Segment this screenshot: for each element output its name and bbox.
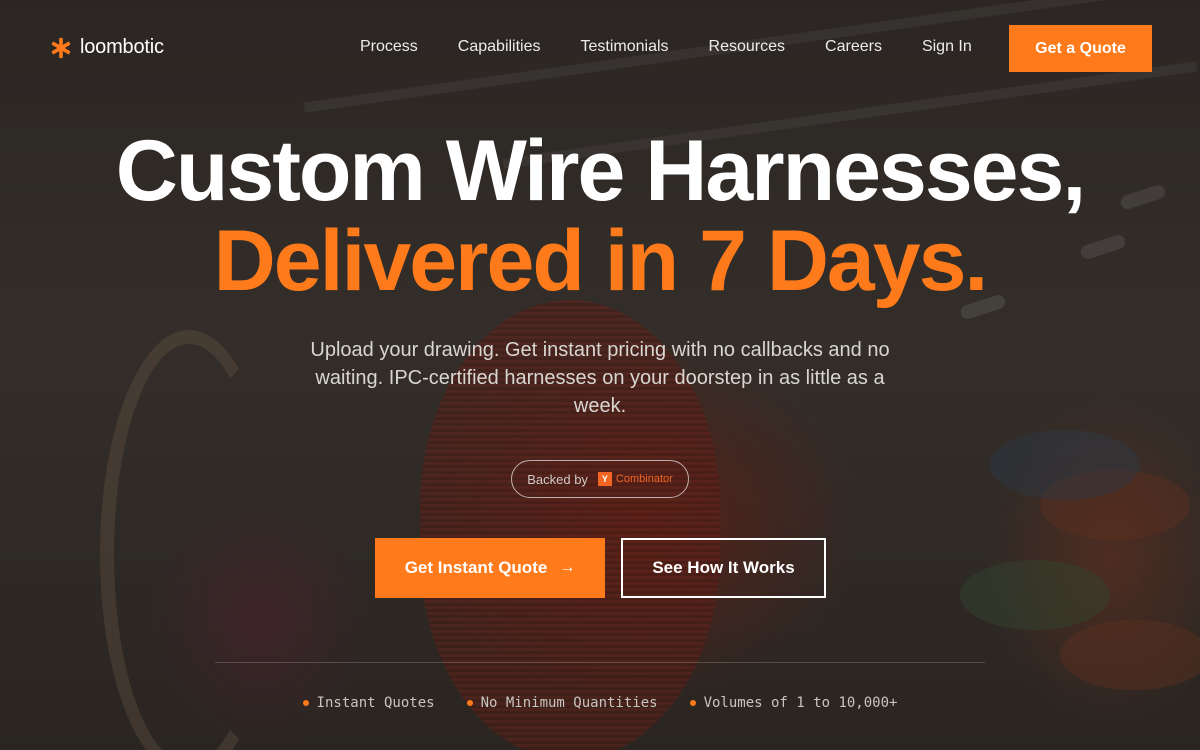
feature-label: Volumes of 1 to 10,000+ xyxy=(703,695,898,711)
asterisk-logo-icon xyxy=(51,37,71,58)
bullet-dot-icon xyxy=(466,700,473,706)
hero-title-line-2: Delivered in 7 Days. xyxy=(213,213,989,309)
y-combinator-mark: Y xyxy=(597,472,612,486)
feature-item: No Minimum Quantities xyxy=(466,695,658,711)
top-nav: loombotic Process Capabilities Testimoni… xyxy=(0,0,1200,96)
divider xyxy=(215,662,985,663)
backed-by-badge: Backed by Y Combinator xyxy=(511,460,689,498)
brand-name: loombotic xyxy=(80,36,164,58)
y-combinator-wordmark: Combinator xyxy=(615,473,673,485)
feature-label: No Minimum Quantities xyxy=(480,695,658,711)
bullet-dot-icon xyxy=(302,700,309,706)
nav-link-sign-in[interactable]: Sign In xyxy=(922,38,972,56)
feature-item: Volumes of 1 to 10,000+ xyxy=(689,695,898,711)
nav-link-resources[interactable]: Resources xyxy=(709,38,785,56)
feature-item: Instant Quotes xyxy=(302,695,435,711)
brand-logo[interactable]: loombotic xyxy=(50,36,164,59)
bullet-dot-icon xyxy=(689,700,696,706)
nav-links: Process Capabilities Testimonials Resour… xyxy=(340,38,992,56)
nav-link-testimonials[interactable]: Testimonials xyxy=(581,38,669,56)
arrow-right-icon: → xyxy=(559,559,576,576)
nav-link-process[interactable]: Process xyxy=(360,38,418,56)
y-combinator-logo: Y Combinator xyxy=(597,472,673,486)
hero-title-line-1: Custom Wire Harnesses, xyxy=(115,123,1086,219)
nav-link-capabilities[interactable]: Capabilities xyxy=(458,38,541,56)
get-instant-quote-button[interactable]: Get Instant Quote → xyxy=(375,538,605,598)
hero-subtitle: Upload your drawing. Get instant pricing… xyxy=(310,339,890,417)
nav-link-careers[interactable]: Careers xyxy=(825,38,882,56)
feature-list: Instant Quotes No Minimum Quantities Vol… xyxy=(0,695,1200,711)
get-a-quote-button[interactable]: Get a Quote xyxy=(1009,25,1152,72)
feature-label: Instant Quotes xyxy=(316,695,435,711)
get-instant-quote-label: Get Instant Quote xyxy=(404,558,548,577)
backed-by-label: Backed by xyxy=(527,471,588,487)
see-how-it-works-button[interactable]: See How It Works xyxy=(621,538,826,598)
